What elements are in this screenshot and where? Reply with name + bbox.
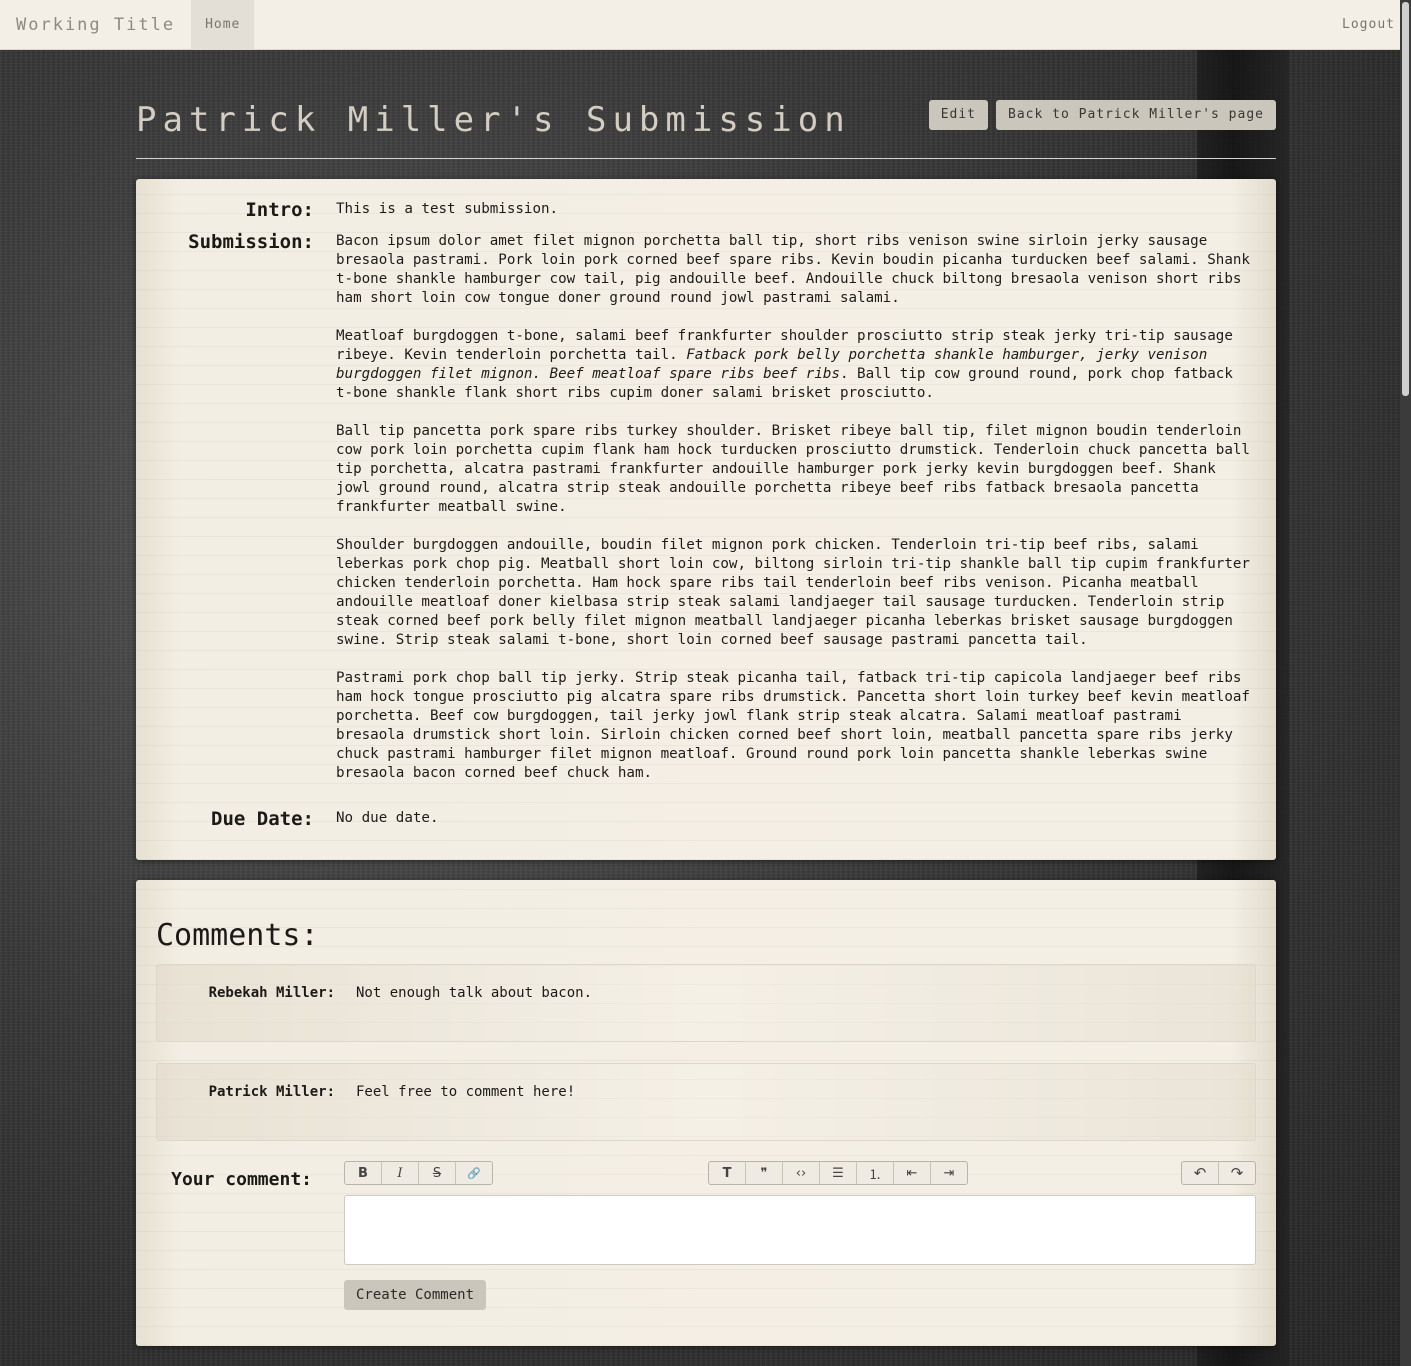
submission-label: Submission: (188, 231, 314, 253)
history-group: ↶ ↷ (1181, 1161, 1256, 1185)
comments-title: Comments: (156, 918, 319, 953)
due-date-label: Due Date: (211, 808, 314, 830)
italic-icon[interactable]: I (382, 1162, 419, 1184)
navbar: Working Title Home Logout (0, 0, 1411, 50)
redo-icon[interactable]: ↷ (1219, 1162, 1255, 1184)
code-icon[interactable]: ‹› (783, 1162, 820, 1184)
brand-logo[interactable]: Working Title (0, 15, 191, 35)
outdent-icon[interactable]: ⇤ (894, 1162, 931, 1184)
back-to-user-page-button[interactable]: Back to Patrick Miller's page (996, 100, 1276, 130)
heading-icon[interactable]: T (709, 1162, 746, 1184)
submission-paragraph-5: Pastrami pork chop ball tip jerky. Strip… (336, 670, 1250, 781)
your-comment-label: Your comment: (171, 1169, 312, 1190)
nav-home-link[interactable]: Home (191, 0, 255, 50)
comment-body: Feel free to comment here! (356, 1084, 576, 1100)
comment-item: Rebekah Miller: Not enough talk about ba… (156, 964, 1256, 1042)
page-header: Patrick Miller's Submission Edit Back to… (136, 98, 1276, 159)
editor-toolbar: B I S 🔗 T ❞ ‹› ☰ ⒈ ⇤ ⇥ ↶ ↷ (344, 1161, 1256, 1185)
comment-editor[interactable] (344, 1195, 1256, 1265)
text-format-group: B I S 🔗 (344, 1161, 493, 1185)
numbered-list-icon[interactable]: ⒈ (857, 1162, 894, 1184)
intro-text: This is a test submission. (336, 201, 559, 217)
page-scrollbar[interactable]: ▲ (1400, 0, 1411, 1366)
indent-icon[interactable]: ⇥ (931, 1162, 967, 1184)
submission-card: Intro: This is a test submission. Submis… (136, 179, 1276, 860)
submission-paragraph-3: Ball tip pancetta pork spare ribs turkey… (336, 423, 1250, 515)
comment-item: Patrick Miller: Feel free to comment her… (156, 1063, 1256, 1141)
comment-body: Not enough talk about bacon. (356, 985, 593, 1001)
submission-paragraph-1: Bacon ipsum dolor amet filet mignon porc… (336, 233, 1250, 306)
intro-label: Intro: (245, 199, 314, 221)
edit-button[interactable]: Edit (928, 100, 989, 130)
bold-icon[interactable]: B (345, 1162, 382, 1184)
due-date-text: No due date. (336, 810, 439, 826)
submission-paragraph-4: Shoulder burgdoggen andouille, boudin fi… (336, 537, 1250, 648)
comment-author: Rebekah Miller: (208, 985, 335, 1001)
header-actions: Edit Back to Patrick Miller's page (928, 100, 1276, 130)
page-title: Patrick Miller's Submission (136, 100, 851, 140)
comments-card: Comments: Rebekah Miller: Not enough tal… (136, 880, 1276, 1346)
strikethrough-icon[interactable]: S (419, 1162, 456, 1184)
block-format-group: T ❞ ‹› ☰ ⒈ ⇤ ⇥ (708, 1161, 968, 1185)
link-icon[interactable]: 🔗 (456, 1162, 492, 1184)
bullet-list-icon[interactable]: ☰ (820, 1162, 857, 1184)
scrollbar-thumb[interactable] (1402, 2, 1409, 396)
create-comment-button[interactable]: Create Comment (344, 1280, 487, 1310)
undo-icon[interactable]: ↶ (1182, 1162, 1219, 1184)
quote-icon[interactable]: ❞ (746, 1162, 783, 1184)
comment-author: Patrick Miller: (208, 1084, 335, 1100)
submission-paragraph-2: Meatloaf burgdoggen t-bone, salami beef … (336, 327, 1256, 403)
submission-body: Bacon ipsum dolor amet filet mignon porc… (336, 232, 1256, 783)
